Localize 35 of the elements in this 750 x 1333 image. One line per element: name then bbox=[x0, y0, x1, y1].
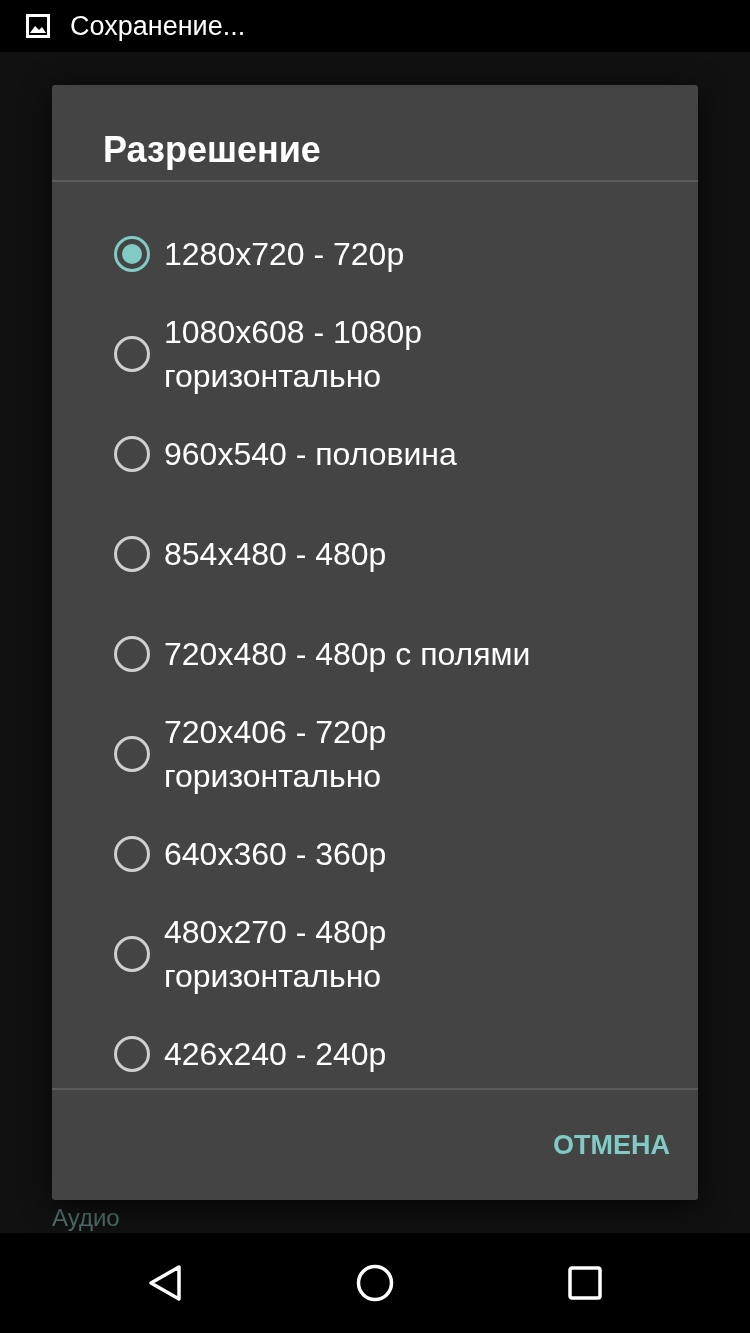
radio-button[interactable] bbox=[114, 836, 150, 872]
resolution-option[interactable]: 1080x608 - 1080p горизонтально bbox=[52, 304, 698, 404]
radio-button[interactable] bbox=[114, 636, 150, 672]
cancel-button[interactable]: ОТМЕНА bbox=[549, 1121, 674, 1169]
resolution-option[interactable]: 426x240 - 240p bbox=[52, 1004, 698, 1088]
image-icon bbox=[26, 14, 50, 38]
back-icon[interactable] bbox=[147, 1264, 183, 1302]
resolution-option[interactable]: 640x360 - 360p bbox=[52, 804, 698, 904]
radio-button[interactable] bbox=[114, 936, 150, 972]
home-icon[interactable] bbox=[356, 1264, 394, 1302]
resolution-option[interactable]: 1280x720 - 720p bbox=[52, 204, 698, 304]
resolution-option[interactable]: 720x406 - 720p горизонтально bbox=[52, 704, 698, 804]
radio-button[interactable] bbox=[114, 236, 150, 272]
resolution-option[interactable]: 720x480 - 480p с полями bbox=[52, 604, 698, 704]
section-heading: Аудио bbox=[52, 1204, 120, 1232]
radio-button[interactable] bbox=[114, 736, 150, 772]
resolution-option[interactable]: 480x270 - 480p горизонтально bbox=[52, 904, 698, 1004]
recents-icon[interactable] bbox=[568, 1266, 602, 1300]
option-label: 640x360 - 360p bbox=[164, 835, 388, 874]
radio-button[interactable] bbox=[114, 1036, 150, 1072]
option-label: 960x540 - половина bbox=[164, 435, 458, 474]
option-label: 480x270 - 480p горизонтально bbox=[164, 913, 388, 996]
option-label: 720x406 - 720p горизонтально bbox=[164, 713, 388, 796]
option-label: 426x240 - 240p bbox=[164, 1035, 388, 1074]
resolution-option[interactable]: 854x480 - 480p bbox=[52, 504, 698, 604]
radio-button[interactable] bbox=[114, 536, 150, 572]
radio-button[interactable] bbox=[114, 436, 150, 472]
option-label: 1080x608 - 1080p горизонтально bbox=[164, 313, 423, 396]
radio-button[interactable] bbox=[114, 336, 150, 372]
option-label: 1280x720 - 720p bbox=[164, 235, 406, 274]
option-label: 720x480 - 480p с полями bbox=[164, 635, 532, 674]
dialog-title: Разрешение bbox=[52, 85, 698, 182]
option-label: 854x480 - 480p bbox=[164, 535, 388, 574]
resolution-option[interactable]: 960x540 - половина bbox=[52, 404, 698, 504]
notification-text: Сохранение... bbox=[70, 10, 246, 42]
